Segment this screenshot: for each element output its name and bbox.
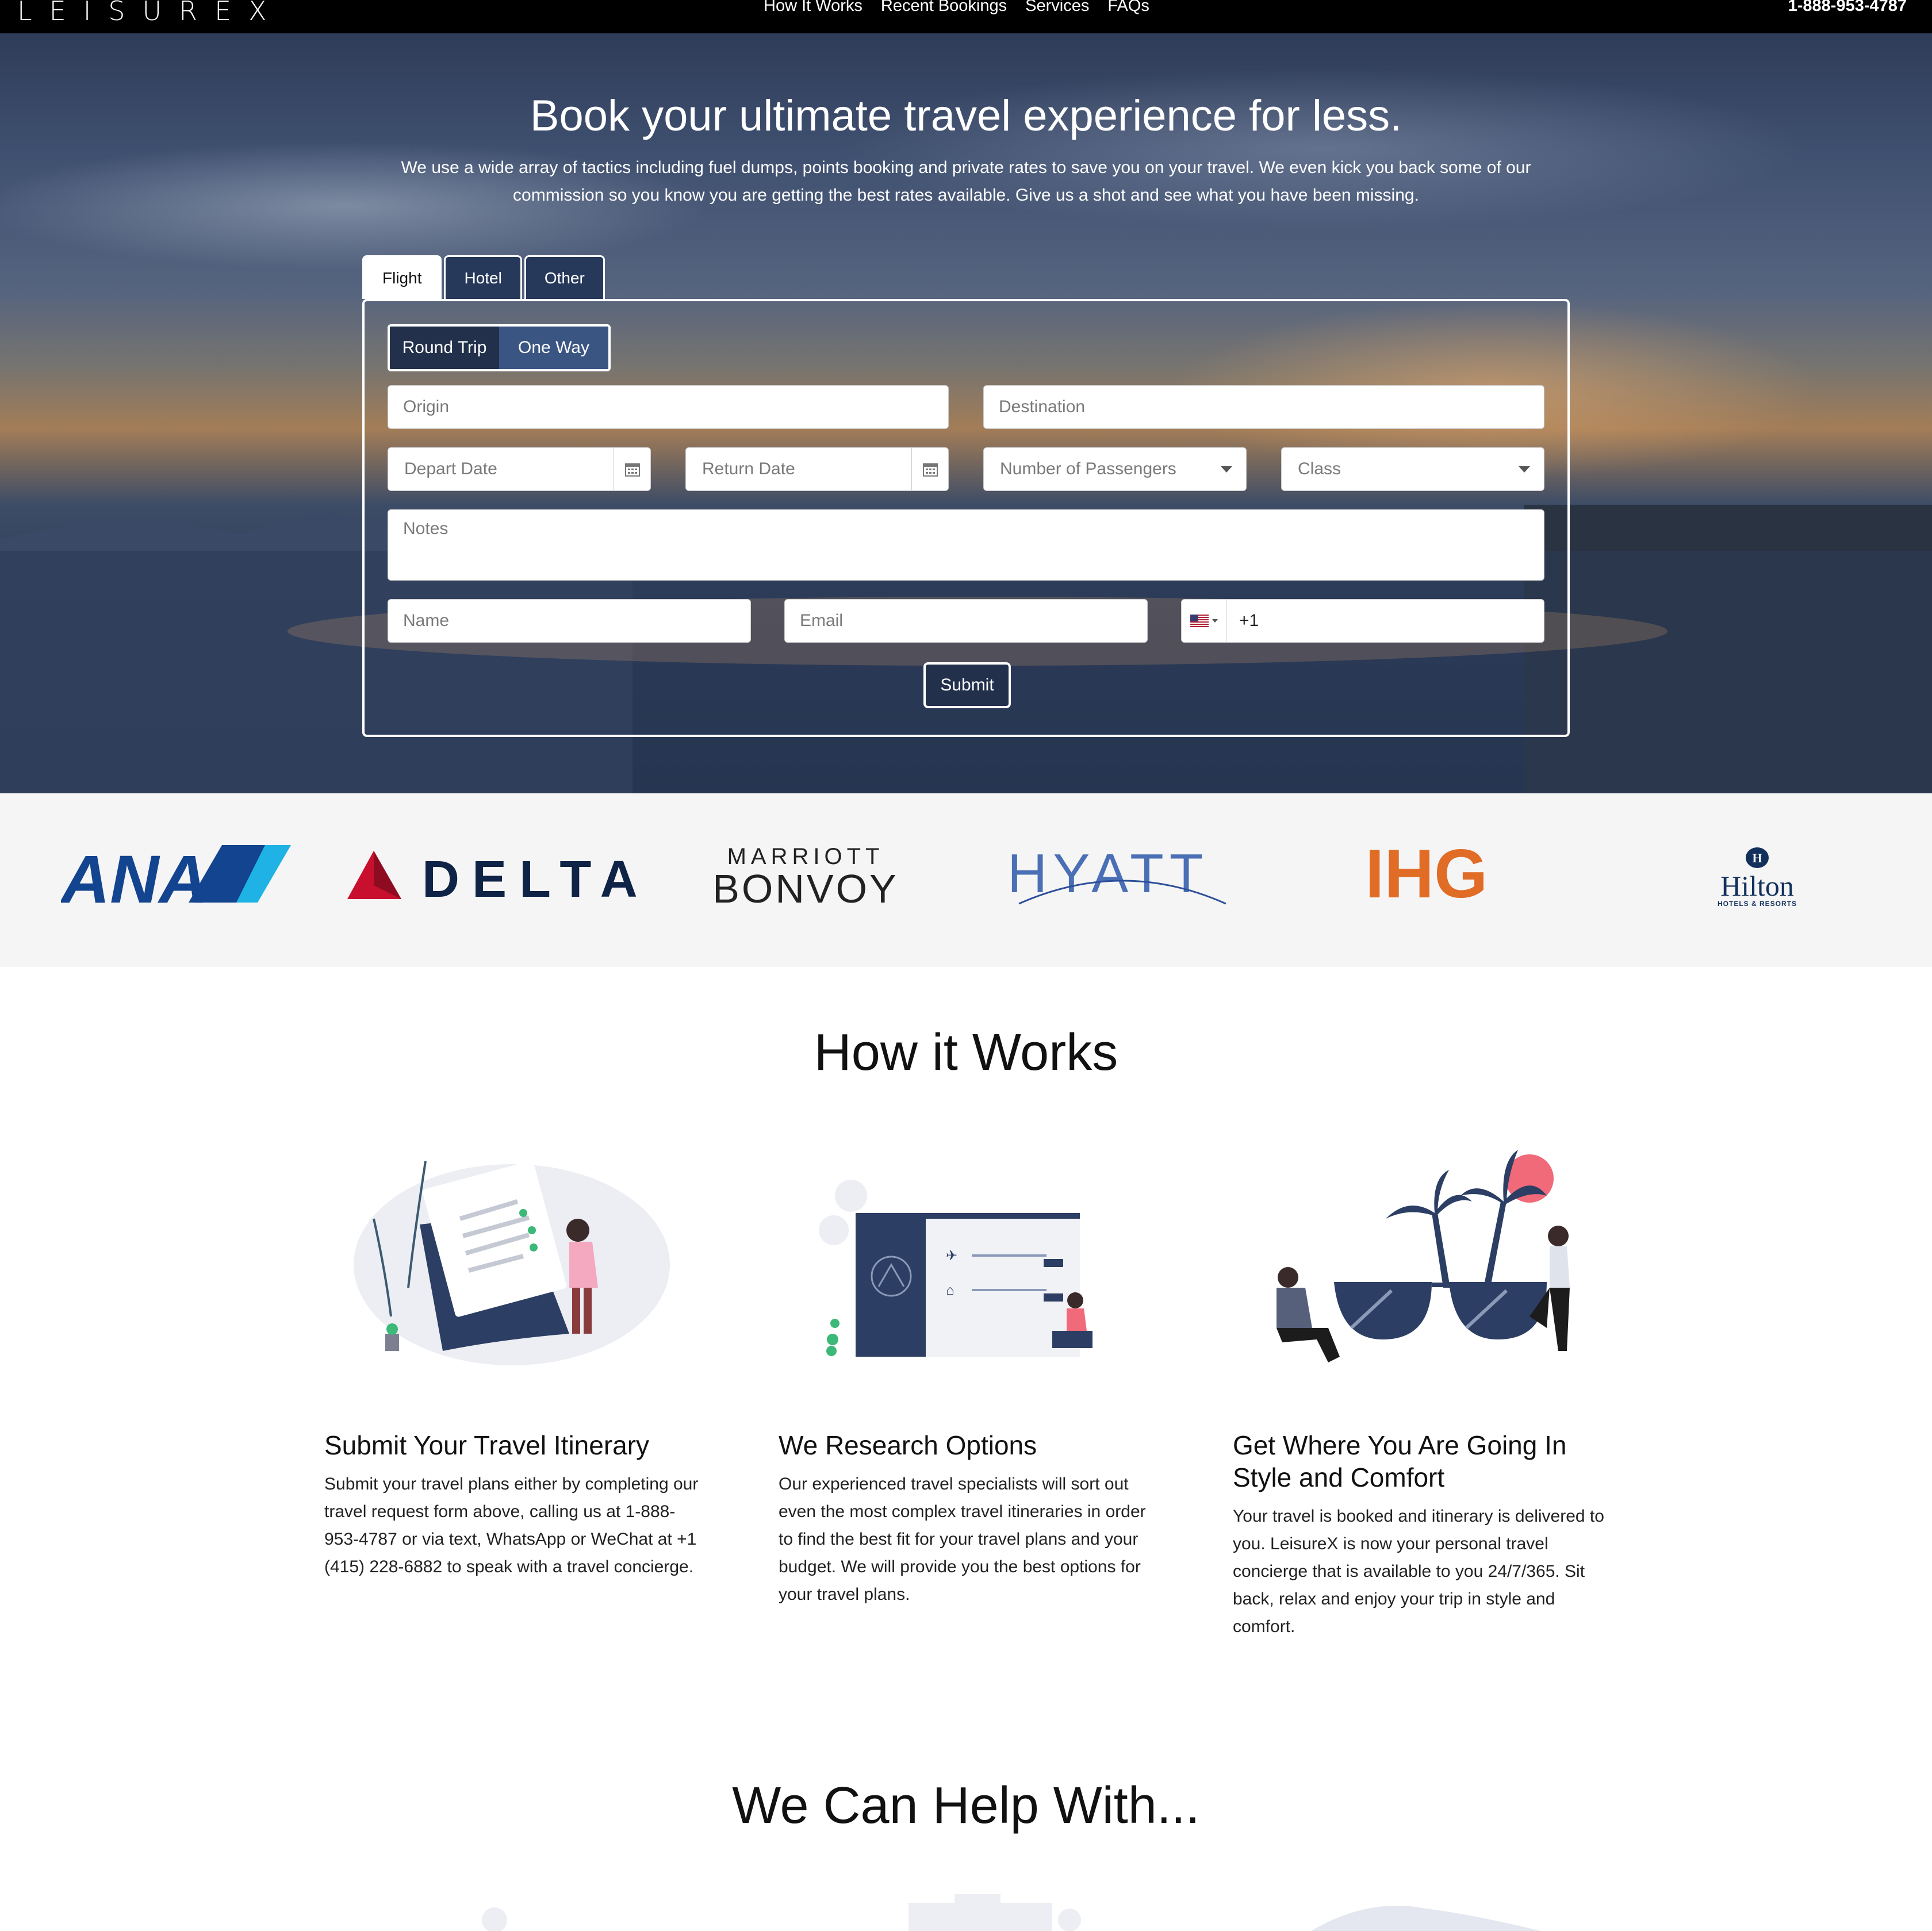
site-logo[interactable]: LEISUREX	[17, 0, 284, 26]
step-text: Submit your travel plans either by compl…	[324, 1475, 699, 1576]
hilton-logo: H Hilton HOTELS & RESORTS	[1711, 846, 1803, 908]
round-trip-button[interactable]: Round Trip	[390, 327, 499, 369]
tab-other[interactable]: Other	[524, 255, 605, 299]
hilton-emblem-icon: H	[1746, 847, 1769, 868]
passengers-placeholder: Number of Passengers	[1000, 459, 1176, 478]
hero-section: Book your ultimate travel experience for…	[0, 33, 1932, 793]
ana-logo: ANA	[59, 842, 291, 917]
passengers-select[interactable]: Number of Passengers	[983, 447, 1247, 491]
chevron-down-icon	[1212, 619, 1218, 623]
marriott-bonvoy-logo: MARRIOTT BONVOY	[705, 844, 906, 911]
flight-booking-form: Round Trip One Way Origin Destination De…	[362, 299, 1570, 737]
chevron-down-icon	[1519, 466, 1530, 473]
calendar-icon[interactable]	[911, 448, 948, 490]
email-input[interactable]: Email	[784, 599, 1148, 643]
destination-input[interactable]: Destination	[983, 385, 1544, 429]
calendar-icon[interactable]	[614, 448, 650, 490]
nav-links: How It Works Recent Bookings Services FA…	[764, 0, 1149, 16]
hilton-subtext: HOTELS & RESORTS	[1717, 900, 1797, 908]
step-title: Get Where You Are Going In Style and Com…	[1233, 1430, 1567, 1492]
step-title: Submit Your Travel Itinerary	[324, 1430, 650, 1460]
notes-textarea[interactable]: Notes	[388, 509, 1544, 581]
delta-logo-text: DELTA	[422, 851, 641, 900]
booking-tabs: Flight Hotel Other	[362, 255, 605, 299]
us-flag-icon	[1190, 615, 1209, 627]
trip-type-toggle: Round Trip One Way	[388, 324, 611, 371]
one-way-button[interactable]: One Way	[499, 327, 608, 369]
help-with-title: We Can Help With...	[732, 1777, 1200, 1834]
airplane-icon: ✈	[946, 1248, 957, 1264]
tab-flight[interactable]: Flight	[362, 255, 442, 299]
nav-link-how-it-works[interactable]: How It Works	[764, 0, 862, 16]
partner-logos: ANA DELTA MARRIOTT BONVOY HYATT IHG H Hi…	[0, 793, 1932, 967]
ihg-logo: IHG	[1365, 835, 1488, 912]
country-flag-selector[interactable]	[1182, 600, 1226, 642]
nav-link-services[interactable]: Services	[1025, 0, 1089, 16]
step-research-options: We Research Options Our experienced trav…	[779, 1429, 1158, 1608]
phone-prefix: +1	[1239, 611, 1259, 630]
hilton-text: Hilton	[1720, 870, 1794, 902]
class-select[interactable]: Class	[1281, 447, 1544, 491]
hero-subtitle: We use a wide array of tactics including…	[401, 158, 1531, 205]
tab-hotel[interactable]: Hotel	[444, 255, 522, 299]
submit-itinerary-illustration	[354, 1161, 670, 1365]
travel-comfort-illustration	[1276, 1150, 1570, 1362]
step-text: Your travel is booked and itinerary is d…	[1233, 1507, 1604, 1636]
origin-input[interactable]: Origin	[388, 385, 949, 429]
hero-title: Book your ultimate travel experience for…	[530, 91, 1402, 140]
phone-input[interactable]: +1	[1181, 599, 1544, 643]
depart-date-input[interactable]: Depart Date	[388, 447, 651, 491]
top-nav: LEISUREX How It Works Recent Bookings Se…	[0, 0, 1932, 33]
depart-date-placeholder: Depart Date	[404, 459, 497, 478]
svg-text:H: H	[1752, 851, 1762, 865]
chevron-down-icon	[1221, 466, 1232, 473]
step-travel-comfort: Get Where You Are Going In Style and Com…	[1233, 1429, 1612, 1641]
nav-link-recent-bookings[interactable]: Recent Bookings	[881, 0, 1007, 16]
nav-link-faqs[interactable]: FAQs	[1107, 0, 1149, 16]
return-date-input[interactable]: Return Date	[685, 447, 949, 491]
name-input[interactable]: Name	[388, 599, 751, 643]
house-icon: ⌂	[946, 1283, 954, 1298]
help-illustrations-preview	[482, 1894, 1541, 1931]
submit-button[interactable]: Submit	[923, 662, 1011, 708]
step-submit-itinerary: Submit Your Travel Itinerary Submit your…	[324, 1429, 704, 1581]
class-placeholder: Class	[1298, 459, 1341, 478]
delta-logo: DELTA	[347, 851, 641, 908]
step-title: We Research Options	[779, 1430, 1037, 1460]
ana-logo-text: ANA	[61, 845, 208, 908]
how-it-works-title: How it Works	[814, 1024, 1118, 1081]
research-options-illustration: ✈ ⌂	[819, 1180, 1092, 1357]
nav-phone[interactable]: 1-888-953-4787	[1788, 0, 1907, 16]
bonvoy-text: BONVOY	[712, 866, 899, 911]
hyatt-logo: HYATT	[1007, 843, 1237, 912]
return-date-placeholder: Return Date	[702, 459, 795, 478]
step-text: Our experienced travel specialists will …	[779, 1475, 1146, 1604]
